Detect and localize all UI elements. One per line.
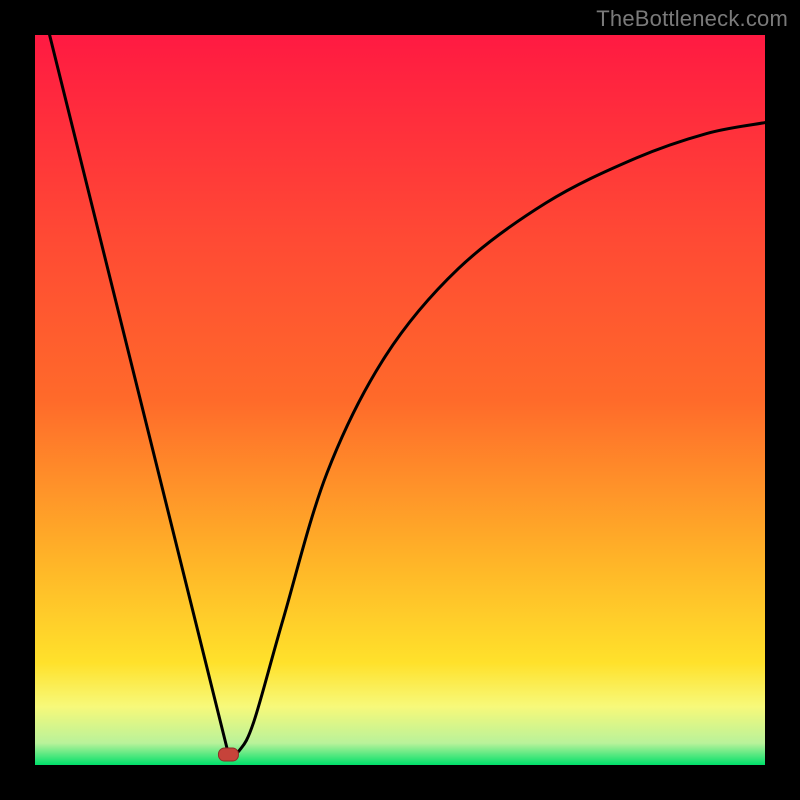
plot-area	[35, 35, 765, 765]
chart-frame: TheBottleneck.com	[0, 0, 800, 800]
chart-svg	[35, 35, 765, 765]
optimum-marker	[218, 748, 238, 761]
watermark-text: TheBottleneck.com	[596, 6, 788, 32]
gradient-background	[35, 35, 765, 765]
